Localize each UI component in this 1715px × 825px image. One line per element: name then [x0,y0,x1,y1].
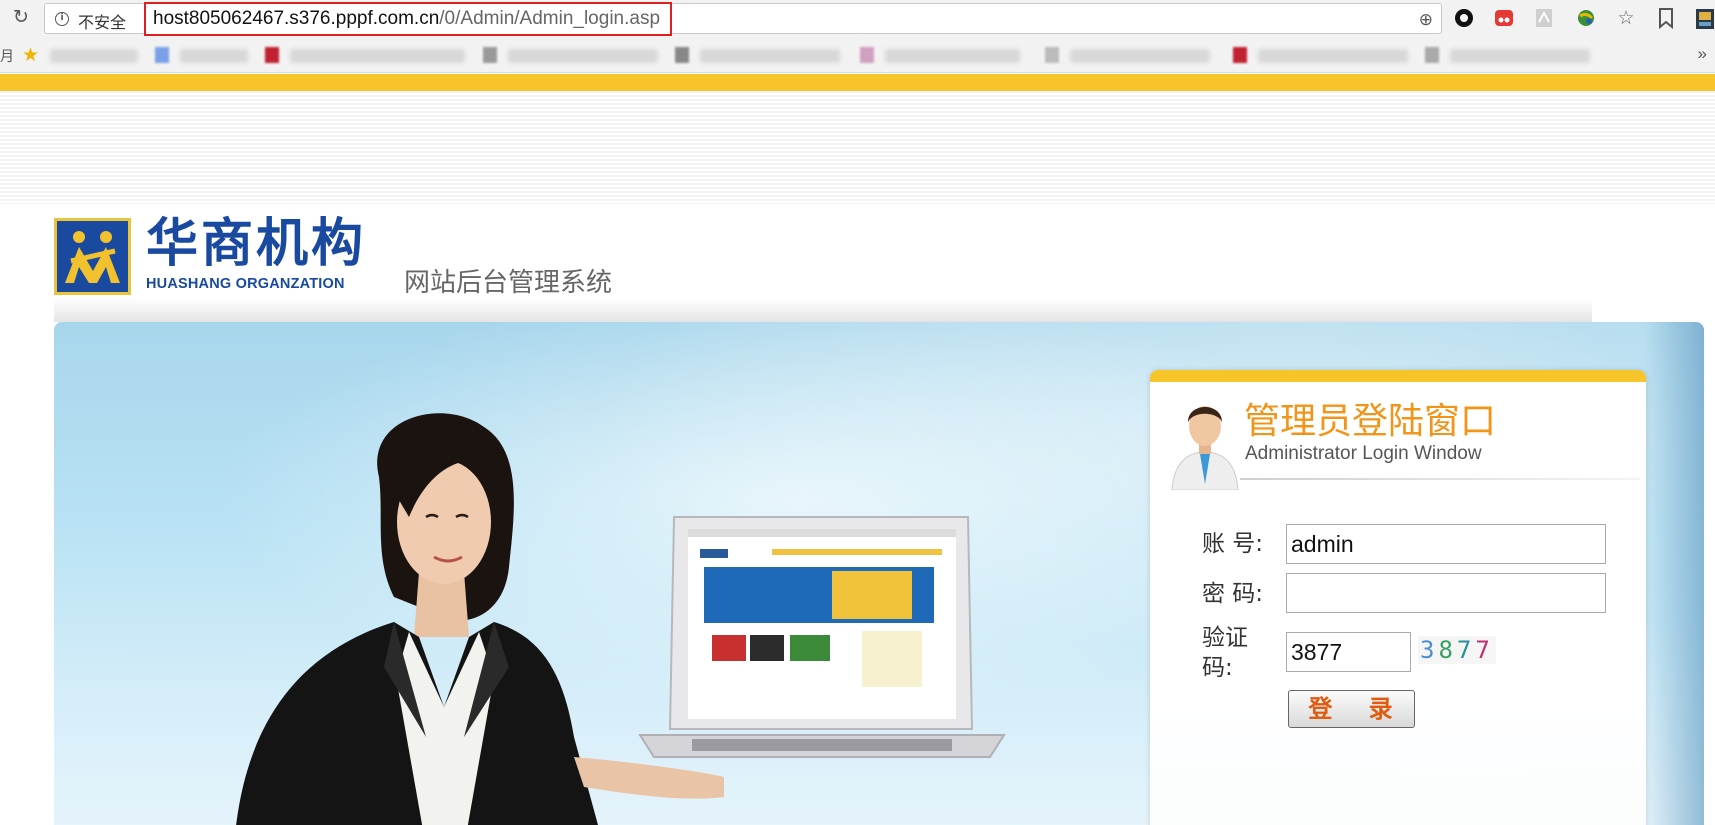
captcha-char: 8 [1438,636,1457,664]
bookmark-icon[interactable] [1654,7,1678,31]
password-label: 密 码: [1202,581,1264,607]
bookmarks-bar: 月 ★ » [0,38,1715,73]
system-title: 网站后台管理系统 [404,268,613,298]
captcha-char: 7 [1475,636,1494,664]
extension-circle-icon[interactable] [1452,7,1476,31]
bookmark-favicon-icon [1425,47,1439,63]
login-panel: 管理员登陆窗口 Administrator Login Window 账 号: … [1150,370,1646,825]
administrator-avatar-icon [1171,406,1239,490]
bookmark-star-icon[interactable]: ★ [22,44,39,67]
bookmarks-edge-text: 月 [0,49,14,65]
bookmark-favicon-icon [1233,47,1247,63]
bookmark-item[interactable] [885,49,1020,63]
browser-toolbar: ↻ i 不安全 host805062467.s376.pppf.com.cn/0… [0,0,1715,38]
logo-icon [54,218,131,295]
bookmark-item[interactable] [700,49,840,63]
url-text[interactable]: host805062467.s376.pppf.com.cn/0/Admin/A… [144,2,672,36]
captcha-image[interactable]: 3877 [1418,636,1496,664]
login-button[interactable]: 登 录 [1288,690,1415,728]
login-title: 管理员登陆窗口 [1244,401,1497,442]
profile-icon[interactable] [1693,7,1715,31]
captcha-char: 3 [1420,636,1439,664]
bookmark-item[interactable] [290,49,465,63]
laptop-image [638,516,1006,758]
title-divider [1240,478,1640,480]
info-icon[interactable]: i [55,12,69,26]
captcha-char: 7 [1456,636,1476,664]
logo-english-name: HUASHANG ORGANZATION [146,276,345,292]
logo-chinese-name: 华商机构 [146,214,367,274]
bookmark-item[interactable] [50,49,138,63]
bookmark-item[interactable] [1450,49,1590,63]
bookmark-item[interactable] [1070,49,1210,63]
bookmark-item[interactable] [1258,49,1408,63]
bookmark-favicon-icon [1045,47,1059,63]
bookmark-favicon-icon [265,47,279,63]
top-accent-bar [0,74,1715,91]
zoom-icon[interactable]: ⊕ [1419,10,1433,30]
bookmark-item[interactable] [508,49,658,63]
bookmarks-more-button[interactable]: » [1698,44,1707,64]
captcha-label-line1: 验证 [1202,625,1248,651]
bookmark-favicon-icon [675,47,689,63]
bookmark-item[interactable] [180,49,248,63]
striped-header-background [0,91,1715,204]
captcha-label-line2: 码: [1202,655,1233,681]
address-bar[interactable]: i 不安全 host805062467.s376.pppf.com.cn/0/A… [44,2,1442,36]
captcha-input[interactable] [1286,632,1411,672]
extension-red-icon[interactable] [1492,7,1516,31]
login-subtitle: Administrator Login Window [1245,443,1482,464]
bookmark-star-icon[interactable]: ☆ [1614,7,1638,31]
account-label: 账 号: [1202,531,1264,557]
url-host: host805062467.s376.pppf.com.cn [153,8,440,29]
panel-accent-bar [1150,370,1646,382]
bookmark-favicon-icon [483,47,497,63]
header-divider [54,298,1592,322]
password-input[interactable] [1286,573,1606,613]
url-path: /0/Admin/Admin_login.asp [439,8,661,29]
bookmark-favicon-icon [155,47,169,63]
security-label[interactable]: 不安全 [78,9,126,33]
bookmark-favicon-icon [860,47,874,63]
globe-extension-icon[interactable] [1574,7,1598,31]
reload-icon[interactable]: ↻ [8,5,34,31]
banner-edge-shade [1644,322,1704,825]
account-input[interactable] [1286,524,1606,564]
pdf-extension-icon[interactable] [1532,7,1556,31]
